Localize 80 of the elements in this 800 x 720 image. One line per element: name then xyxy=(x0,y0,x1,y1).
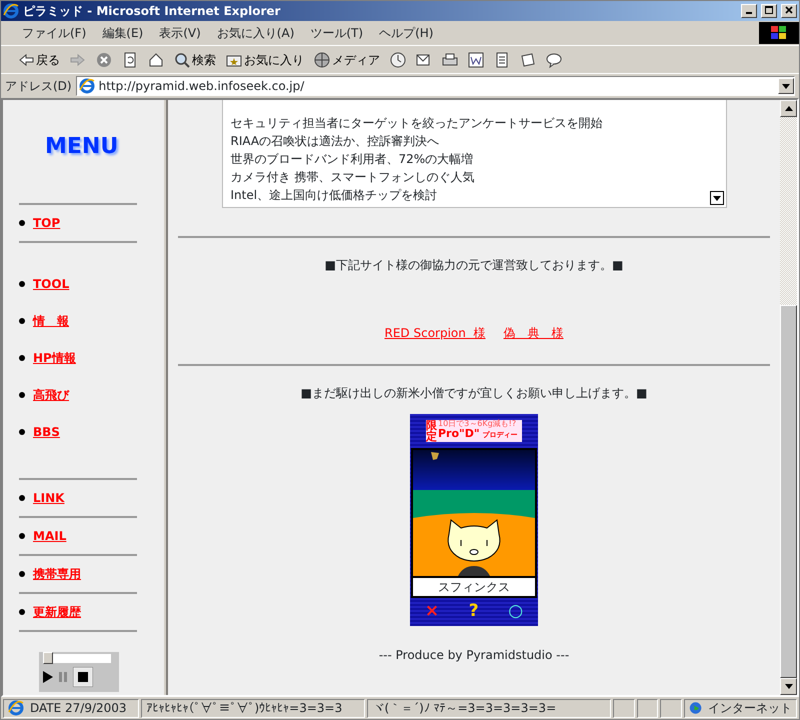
question-button[interactable]: ? xyxy=(468,599,479,624)
window-title: ピラミッド - Microsoft Internet Explorer xyxy=(23,3,282,20)
bullet-icon xyxy=(19,280,25,286)
status-panel xyxy=(612,698,635,718)
bullet-icon xyxy=(19,428,25,434)
seek-track[interactable] xyxy=(43,654,111,663)
home-icon xyxy=(148,52,164,68)
forward-arrow-icon xyxy=(70,52,86,68)
clock-icon xyxy=(390,52,406,68)
status-text: ヾ(｀＝´)ﾉ ﾏﾃ～=3=3=3=3=3= xyxy=(372,700,556,716)
bullet-icon xyxy=(19,571,25,577)
refresh-icon xyxy=(122,52,138,68)
bullet-icon xyxy=(19,318,25,324)
bullet-icon xyxy=(19,220,25,226)
bullet-icon xyxy=(19,533,25,539)
play-icon[interactable] xyxy=(43,671,53,683)
seek-thumb[interactable] xyxy=(43,652,53,664)
search-button[interactable]: 検索 xyxy=(171,50,219,70)
down-arrow-icon xyxy=(784,684,792,689)
flag-icon xyxy=(771,26,787,40)
menu-item[interactable]: ヘルプ(H) xyxy=(372,22,440,44)
notice-text: ■下記サイト様の御協力の元で運営致しております。■ xyxy=(324,257,624,274)
menu-item[interactable]: 編集(E) xyxy=(95,22,150,44)
dropdown-button[interactable] xyxy=(710,191,724,205)
footer-text: --- Produce by Pyramidstudio --- xyxy=(378,646,570,664)
news-headline[interactable]: セキュリティ担当者にターゲットを絞ったアンケートサービスを開始 xyxy=(230,114,726,132)
close-button[interactable] xyxy=(781,4,797,18)
up-arrow-icon xyxy=(784,106,792,111)
search-icon xyxy=(174,52,190,68)
character-caption: スフィンクス xyxy=(413,576,535,596)
back-arrow-icon xyxy=(18,52,34,68)
bullet-icon xyxy=(19,392,25,398)
stop-icon xyxy=(96,52,112,68)
status-text: ｱﾋｬﾋｬﾋｬ(ﾟ∀ﾟ≡ﾟ∀ﾟ)ｳﾋｬﾋｬ=3=3=3 xyxy=(146,700,342,716)
menu-item[interactable]: お気に入り(A) xyxy=(210,22,302,44)
menu-item[interactable]: ファイル(F) xyxy=(15,22,94,44)
banner-text: 10日で3～6Kg減も!? xyxy=(438,420,518,428)
bullet-icon xyxy=(19,609,25,615)
news-headline[interactable]: カメラ付き 携帯、スマートフォンしのぐ人気 xyxy=(230,168,726,186)
printer-icon xyxy=(442,52,458,68)
banner-text: 定 xyxy=(426,431,437,442)
favorites-button[interactable]: お気に入り xyxy=(223,50,307,70)
zone-text: インターネット xyxy=(708,700,792,716)
banner-brand: Pro"D" xyxy=(438,428,480,439)
circle-button[interactable]: ○ xyxy=(508,599,524,624)
caret-icon xyxy=(782,84,790,88)
notepad-icon xyxy=(494,52,510,68)
page-icon xyxy=(8,700,24,716)
status-panel xyxy=(660,698,682,718)
globe-icon xyxy=(314,52,330,68)
page-icon xyxy=(78,78,95,94)
maximize-icon xyxy=(765,6,773,14)
menu-item[interactable]: ツール(T) xyxy=(303,22,370,44)
document-w-icon xyxy=(468,52,484,68)
caret-icon xyxy=(712,196,720,200)
news-headline[interactable]: Intel、途上国向け低価格チップを検討 xyxy=(230,186,726,204)
speech-bubble-icon xyxy=(546,52,562,68)
vertical-scrollbar[interactable] xyxy=(780,100,797,695)
close-icon xyxy=(785,6,793,14)
status-panel xyxy=(636,698,658,718)
news-headline[interactable]: 世界のブロードバンド利用者、72%の大幅増 xyxy=(230,150,726,168)
stop-icon[interactable] xyxy=(73,667,93,687)
banner-text: 限 xyxy=(426,420,437,431)
menu-item[interactable]: 表示(V) xyxy=(152,22,208,44)
mail-icon xyxy=(416,52,432,68)
pages-icon xyxy=(520,52,536,68)
bullet-icon xyxy=(19,495,25,501)
status-text: DATE 27/9/2003 xyxy=(30,700,127,716)
greeting-text: ■まだ駆け出しの新米小僧ですが宜しくお願い申し上げます。■ xyxy=(300,385,648,402)
address-field[interactable]: http://pyramid.web.infoseek.co.jp/ xyxy=(76,76,795,96)
menu-heading: MENU xyxy=(45,133,120,161)
address-label: アドレス(D) xyxy=(5,78,72,95)
bullet-icon xyxy=(19,354,25,360)
news-headline[interactable]: RIAAの召喚状は適法か、控訴審判決へ xyxy=(230,132,726,150)
media-button[interactable]: メディア xyxy=(311,50,383,70)
maximize-button[interactable] xyxy=(761,4,777,18)
minimize-button[interactable] xyxy=(741,4,757,18)
browser-icon xyxy=(3,3,19,19)
back-button[interactable]: 戻る xyxy=(15,50,63,70)
globe-icon xyxy=(688,700,702,716)
